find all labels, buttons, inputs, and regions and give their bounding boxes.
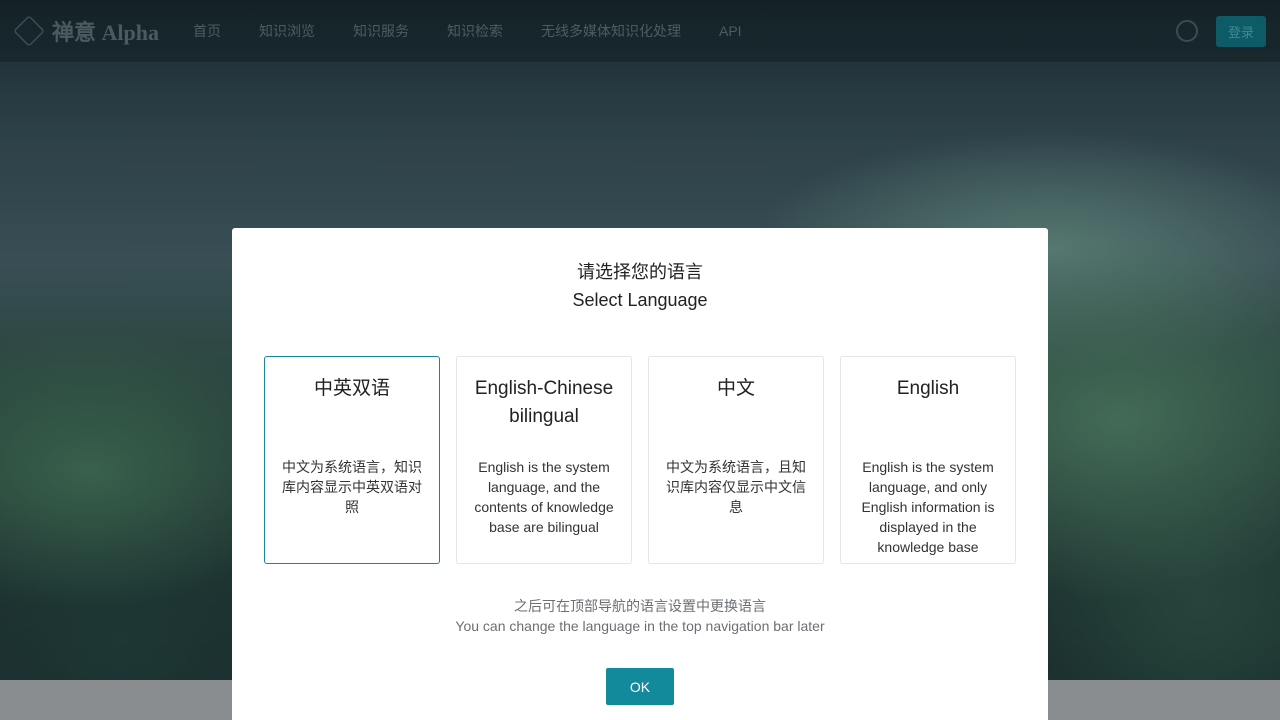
logo-text: 禅意 Alpha bbox=[52, 20, 159, 45]
nav-item-multimedia[interactable]: 无线多媒体知识化处理 bbox=[541, 21, 681, 41]
nav-item-browse[interactable]: 知识浏览 bbox=[259, 21, 315, 41]
login-button[interactable]: 登录 bbox=[1215, 15, 1266, 47]
language-change-hint: 之后可在顶部导航的语言设置中更换语言 You can change the la… bbox=[232, 596, 1048, 636]
nav-item-search[interactable]: 知识检索 bbox=[447, 21, 503, 41]
language-option-bilingual-zh[interactable]: 中英双语 中文为系统语言，知识库内容显示中英双语对照 bbox=[264, 356, 440, 564]
language-globe-icon[interactable] bbox=[1175, 20, 1198, 42]
logo-icon bbox=[13, 15, 45, 47]
option-title: English bbox=[896, 378, 960, 399]
option-description: English is the system language, and only… bbox=[861, 459, 995, 555]
nav-item-service[interactable]: 知识服务 bbox=[353, 21, 409, 41]
hint-zh: 之后可在顶部导航的语言设置中更换语言 bbox=[514, 598, 766, 614]
ok-button[interactable]: OK bbox=[606, 668, 674, 705]
modal-title-zh: 请选择您的语言 bbox=[577, 262, 703, 282]
language-select-modal: 请选择您的语言 Select Language 中英双语 中文为系统语言，知识库… bbox=[232, 228, 1048, 720]
option-description: 中文为系统语言，知识库内容显示中英双语对照 bbox=[282, 459, 422, 515]
top-navigation: 禅意 Alpha 首页 知识浏览 知识服务 知识检索 无线多媒体知识化处理 AP… bbox=[0, 0, 1280, 62]
nav-item-home[interactable]: 首页 bbox=[193, 21, 221, 41]
modal-title: 请选择您的语言 Select Language bbox=[232, 258, 1048, 314]
site-logo[interactable]: 禅意 Alpha bbox=[13, 15, 159, 47]
language-options: 中英双语 中文为系统语言，知识库内容显示中英双语对照 English-Chine… bbox=[264, 356, 1016, 564]
option-title: English-Chinese bilingual bbox=[474, 378, 614, 427]
language-option-bilingual-en[interactable]: English-Chinese bilingual English is the… bbox=[456, 356, 632, 564]
hint-en: You can change the language in the top n… bbox=[455, 618, 825, 634]
option-description: English is the system language, and the … bbox=[474, 459, 614, 535]
modal-title-en: Select Language bbox=[572, 290, 708, 310]
language-option-chinese[interactable]: 中文 中文为系统语言，且知识库内容仅显示中文信息 bbox=[648, 356, 824, 564]
option-title: 中英双语 bbox=[313, 378, 390, 399]
language-option-english[interactable]: English English is the system language, … bbox=[840, 356, 1016, 564]
option-description: 中文为系统语言，且知识库内容仅显示中文信息 bbox=[666, 459, 806, 515]
nav-item-api[interactable]: API bbox=[719, 23, 742, 39]
option-title: 中文 bbox=[716, 378, 755, 399]
